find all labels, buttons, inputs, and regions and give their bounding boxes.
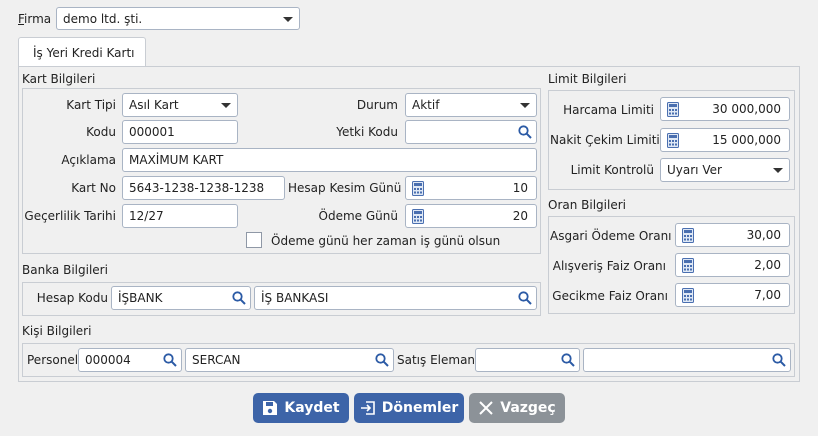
section-title-oran: Oran Bilgileri: [548, 198, 626, 212]
gecikme-faiz-input[interactable]: 7,00: [675, 283, 790, 307]
odeme-is-gunu-label: Ödeme günü her zaman iş günü olsun: [271, 234, 501, 248]
personel-code-value: 000004: [85, 353, 131, 367]
yetki-kodu-label: Yetki Kodu: [336, 125, 398, 139]
section-title-kisi: Kişi Bilgileri: [22, 324, 92, 338]
chevron-down-icon: [773, 168, 783, 173]
search-icon[interactable]: [772, 353, 786, 367]
kart-tipi-value: Asıl Kart: [129, 98, 179, 112]
durum-label: Durum: [356, 98, 398, 112]
kaydet-button[interactable]: Kaydet: [253, 393, 349, 423]
durum-value: Aktif: [412, 98, 440, 112]
aciklama-value: MAXİMUM KART: [129, 153, 224, 167]
section-title-banka: Banka Bilgileri: [22, 263, 108, 277]
yetki-kodu-input[interactable]: [405, 120, 537, 144]
personel-name-value: SERCAN: [192, 353, 241, 367]
personel-code-input[interactable]: 000004: [78, 348, 182, 372]
kart-tipi-label: Kart Tipi: [66, 98, 116, 112]
alisveris-faiz-label: Alışveriş Faiz Oranı: [552, 259, 666, 273]
odeme-is-gunu-checkbox[interactable]: [246, 232, 262, 248]
nakit-cekim-input[interactable]: 15 000,000: [660, 128, 790, 152]
kodu-label: Kodu: [86, 125, 116, 139]
gecikme-faiz-label: Gecikme Faiz Oranı: [552, 289, 668, 303]
satis-code-input[interactable]: [475, 348, 580, 372]
hesap-kodu-value: İŞBANK: [118, 291, 163, 305]
gecerlilik-value: 12/27: [129, 209, 164, 223]
kart-no-label: Kart No: [71, 181, 116, 195]
nakit-cekim-label: Nakit Çekim Limiti: [550, 133, 660, 147]
tab-is-yeri-kredi-karti[interactable]: İş Yeri Kredi Kartı: [18, 37, 146, 67]
limit-kontrolu-label: Limit Kontrolü: [570, 163, 654, 177]
calculator-icon[interactable]: [412, 181, 424, 196]
personel-label: Personel: [27, 353, 79, 367]
hesap-adi-input[interactable]: İŞ BANKASI: [254, 286, 537, 310]
gecerlilik-label: Geçerlilik Tarihi: [24, 209, 116, 223]
personel-name-input[interactable]: SERCAN: [185, 348, 394, 372]
harcama-limiti-label: Harcama Limiti: [563, 103, 654, 117]
donemler-label: Dönemler: [381, 400, 459, 416]
close-icon: [479, 401, 493, 415]
kart-no-input[interactable]: 5643-1238-1238-1238: [122, 176, 285, 200]
calculator-icon[interactable]: [412, 209, 424, 224]
asgari-odeme-value: 30,00: [746, 228, 781, 242]
search-icon[interactable]: [163, 353, 177, 367]
calculator-icon[interactable]: [667, 102, 679, 117]
alisveris-faiz-value: 2,00: [754, 258, 781, 272]
firma-value: demo ltd. şti.: [63, 12, 143, 26]
save-icon: [263, 401, 278, 415]
aciklama-input[interactable]: MAXİMUM KART: [122, 148, 537, 172]
firma-select[interactable]: demo ltd. şti.: [56, 7, 300, 30]
satis-elemani-label: Satış Elemanı: [397, 353, 479, 367]
section-title-limit: Limit Bilgileri: [548, 72, 627, 86]
harcama-limiti-input[interactable]: 30 000,000: [660, 97, 790, 121]
hesap-kesim-label: Hesap Kesim Günü: [288, 181, 402, 195]
hesap-kesim-value: 10: [512, 181, 528, 195]
kaydet-label: Kaydet: [284, 400, 340, 416]
vazgec-label: Vazgeç: [500, 400, 556, 416]
aciklama-label: Açıklama: [61, 153, 116, 167]
hesap-kesim-input[interactable]: 10: [405, 176, 537, 200]
calculator-icon[interactable]: [667, 133, 679, 148]
calculator-icon[interactable]: [682, 258, 694, 273]
harcama-limiti-value: 30 000,000: [712, 102, 781, 116]
alisveris-faiz-input[interactable]: 2,00: [675, 253, 790, 277]
kodu-input[interactable]: 000001: [122, 120, 238, 144]
search-icon[interactable]: [518, 291, 532, 305]
calculator-icon[interactable]: [682, 288, 694, 303]
firma-label: Firma: [18, 12, 52, 26]
odeme-gunu-input[interactable]: 20: [405, 204, 537, 228]
chevron-down-icon: [520, 103, 530, 108]
search-icon[interactable]: [518, 125, 532, 139]
hesap-adi-value: İŞ BANKASI: [261, 291, 329, 305]
hesap-kodu-input[interactable]: İŞBANK: [111, 286, 251, 310]
vazgec-button[interactable]: Vazgeç: [469, 393, 565, 423]
gecerlilik-input[interactable]: 12/27: [122, 204, 238, 228]
hesap-kodu-label: Hesap Kodu: [36, 291, 108, 305]
durum-select[interactable]: Aktif: [405, 93, 537, 117]
search-icon[interactable]: [561, 353, 575, 367]
tab-label: İş Yeri Kredi Kartı: [33, 46, 135, 60]
satis-name-input[interactable]: [583, 348, 791, 372]
section-title-kart: Kart Bilgileri: [22, 72, 96, 86]
chevron-down-icon: [221, 103, 231, 108]
search-icon[interactable]: [375, 353, 389, 367]
search-icon[interactable]: [232, 291, 246, 305]
limit-kontrolu-select[interactable]: Uyarı Ver: [660, 158, 790, 182]
gecikme-faiz-value: 7,00: [754, 288, 781, 302]
limit-kontrolu-value: Uyarı Ver: [667, 163, 722, 177]
kart-no-value: 5643-1238-1238-1238: [129, 181, 265, 195]
chevron-down-icon: [283, 17, 293, 22]
asgari-odeme-label: Asgari Ödeme Oranı: [550, 229, 672, 243]
odeme-gunu-value: 20: [512, 209, 528, 223]
kodu-value: 000001: [129, 125, 175, 139]
donemler-button[interactable]: Dönemler: [354, 393, 464, 423]
calculator-icon[interactable]: [682, 228, 694, 243]
nakit-cekim-value: 15 000,000: [712, 133, 781, 147]
kart-tipi-select[interactable]: Asıl Kart: [122, 93, 238, 117]
asgari-odeme-input[interactable]: 30,00: [675, 223, 790, 247]
sign-in-icon: [360, 401, 375, 415]
odeme-gunu-label: Ödeme Günü: [318, 209, 398, 223]
